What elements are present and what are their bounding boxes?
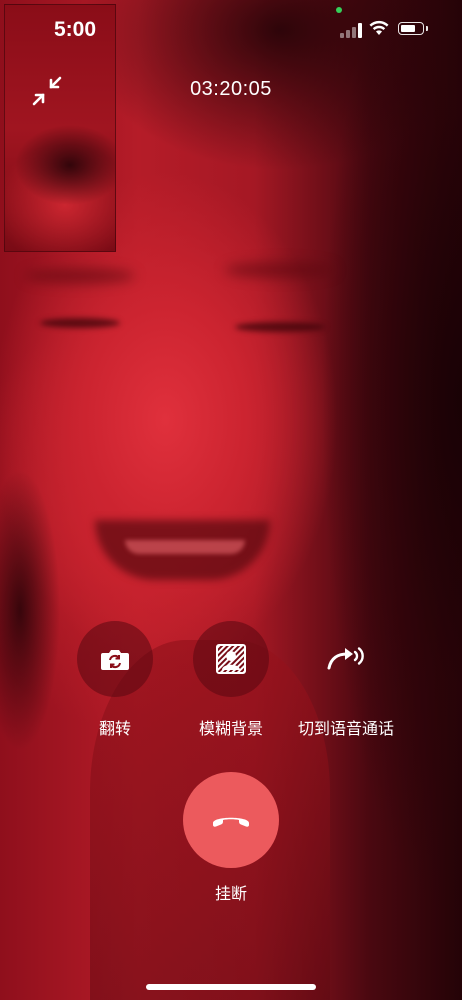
wifi-icon: [369, 20, 389, 35]
cellular-signal-icon: [340, 22, 362, 38]
switch-to-voice-button[interactable]: 切到语音通话: [271, 621, 421, 739]
blur-background-icon: [216, 644, 246, 674]
switch-to-voice-label: 切到语音通话: [297, 719, 394, 738]
camera-flip-icon: [101, 650, 129, 670]
status-bar: 5:00: [0, 0, 462, 60]
call-duration: 03:20:05: [190, 78, 272, 100]
hang-up-label: 挂断: [214, 884, 247, 903]
switch-to-voice-icon: [327, 647, 364, 670]
hang-up-button[interactable]: 挂断: [156, 772, 306, 904]
status-time: 5:00: [54, 18, 97, 41]
video-call-screen: 5:00 03:20:05 翻转 模糊背景 切到语音通话 挂断: [0, 0, 462, 1000]
home-indicator[interactable]: [146, 984, 316, 990]
mic-in-use-indicator: [336, 7, 342, 13]
hang-up-icon: [213, 817, 249, 827]
battery-icon: [398, 22, 428, 35]
minimize-icon[interactable]: [30, 74, 64, 108]
